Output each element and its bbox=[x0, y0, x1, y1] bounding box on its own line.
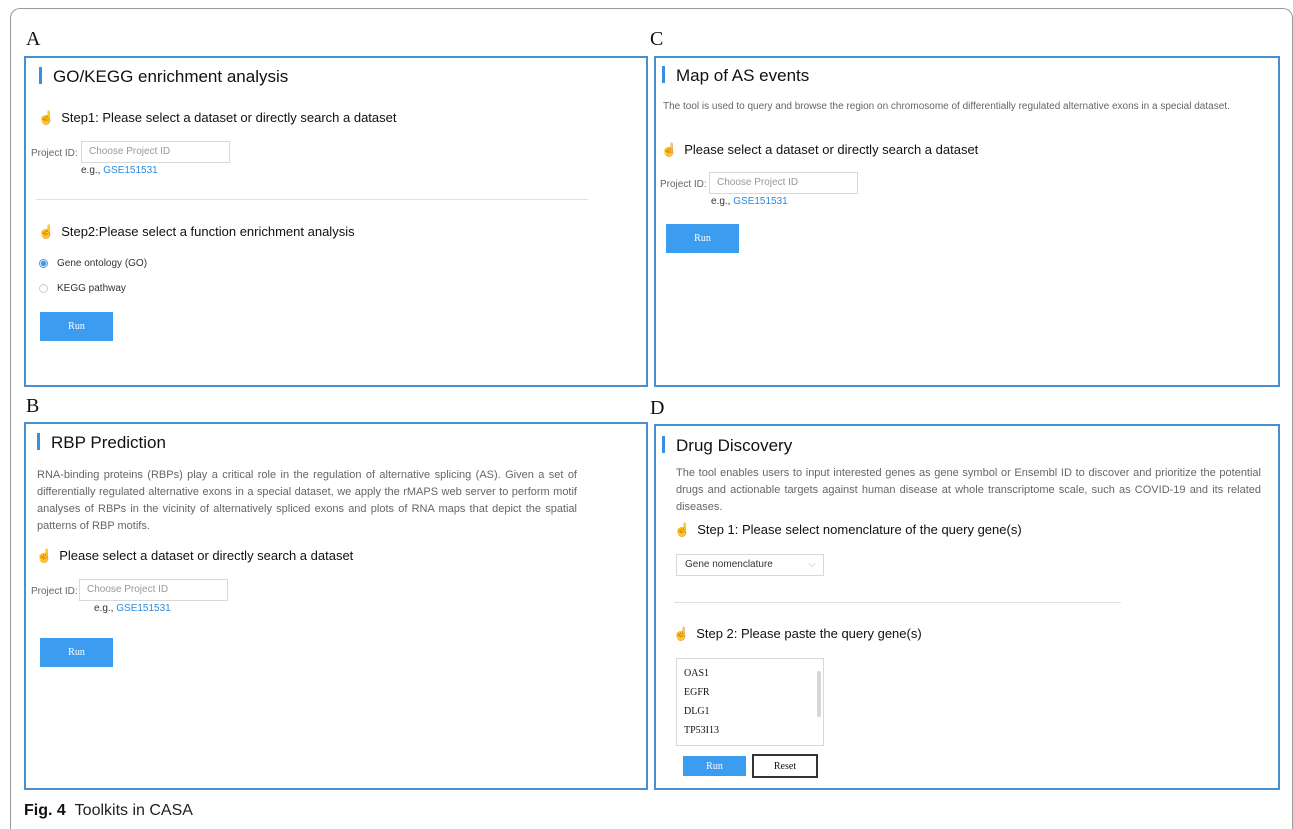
run-button[interactable]: Run bbox=[40, 638, 113, 667]
pointer-hand-icon: ☝ bbox=[38, 110, 55, 125]
step1-text: Step 1: Please select nomenclature of th… bbox=[697, 522, 1022, 537]
step-label: ☝ Please select a dataset or directly sea… bbox=[36, 548, 353, 564]
step1-label: ☝ Step 1: Please select nomenclature of t… bbox=[674, 522, 1022, 538]
radio-gene-ontology[interactable]: Gene ontology (GO) bbox=[39, 258, 147, 269]
step2-text: Step 2: Please paste the query gene(s) bbox=[696, 626, 922, 641]
example-link[interactable]: GSE151531 bbox=[733, 196, 788, 207]
panel-map-as-events: Map of AS events The tool is used to que… bbox=[654, 56, 1280, 387]
title-accent-bar bbox=[39, 67, 42, 84]
gene-line: DLG1 bbox=[684, 706, 710, 717]
panel-rbp-prediction: RBP Prediction RNA-binding proteins (RBP… bbox=[24, 422, 648, 790]
panel-title: Map of AS events bbox=[662, 66, 809, 86]
gene-line: EGFR bbox=[684, 687, 710, 698]
divider bbox=[674, 602, 1121, 603]
project-id-input[interactable]: Choose Project ID bbox=[79, 579, 228, 601]
caption-text: Toolkits in CASA bbox=[74, 802, 193, 819]
panel-description: The tool is used to query and browse the… bbox=[663, 101, 1230, 112]
panel-go-kegg: GO/KEGG enrichment analysis ☝ Step1: Plea… bbox=[24, 56, 648, 387]
panel-letter-a: A bbox=[26, 28, 41, 50]
title-text: RBP Prediction bbox=[51, 433, 166, 452]
step2-label: ☝ Step2:Please select a function enrichme… bbox=[38, 224, 355, 240]
chevron-down-icon: ⌵ bbox=[808, 559, 816, 570]
run-button[interactable]: Run bbox=[683, 756, 746, 776]
reset-button[interactable]: Reset bbox=[752, 754, 818, 778]
panel-letter-b: B bbox=[26, 395, 40, 417]
step-text: Please select a dataset or directly sear… bbox=[59, 548, 354, 563]
panel-letter-d: D bbox=[650, 397, 665, 419]
step-label: ☝ Please select a dataset or directly sea… bbox=[661, 142, 978, 158]
radio-label: Gene ontology (GO) bbox=[57, 258, 148, 269]
example-prefix: e.g., bbox=[711, 196, 731, 207]
caption-label: Fig. 4 bbox=[24, 802, 66, 819]
run-button[interactable]: Run bbox=[666, 224, 739, 253]
step1-label: ☝ Step1: Please select a dataset or direc… bbox=[38, 110, 397, 126]
radio-label: KEGG pathway bbox=[57, 283, 126, 294]
title-accent-bar bbox=[662, 436, 665, 453]
project-id-label: Project ID: bbox=[31, 586, 78, 597]
panel-title: Drug Discovery bbox=[662, 436, 792, 456]
example-link[interactable]: GSE151531 bbox=[103, 165, 158, 176]
pointer-hand-icon: ☝ bbox=[38, 224, 55, 239]
query-genes-textarea[interactable]: OAS1 EGFR DLG1 TP53I13 bbox=[676, 658, 824, 746]
pointer-hand-icon: ☝ bbox=[673, 626, 690, 641]
example-prefix: e.g., bbox=[94, 603, 114, 614]
gene-line: OAS1 bbox=[684, 668, 710, 679]
panel-description: The tool enables users to input interest… bbox=[676, 467, 1261, 513]
title-accent-bar bbox=[37, 433, 40, 450]
panel-title: RBP Prediction bbox=[37, 433, 166, 453]
title-accent-bar bbox=[662, 66, 665, 83]
step2-text: Step2:Please select a function enrichmen… bbox=[61, 224, 355, 239]
panel-letter-c: C bbox=[650, 28, 664, 50]
step1-text: Step1: Please select a dataset or direct… bbox=[61, 110, 397, 125]
radio-selected-icon[interactable] bbox=[39, 259, 48, 268]
project-id-label: Project ID: bbox=[31, 148, 78, 159]
project-id-input[interactable]: Choose Project ID bbox=[81, 141, 230, 163]
pointer-hand-icon: ☝ bbox=[661, 142, 678, 157]
panel-title: GO/KEGG enrichment analysis bbox=[39, 67, 288, 87]
select-value: Gene nomenclature bbox=[685, 559, 773, 570]
example-hint: e.g., GSE151531 bbox=[81, 165, 158, 176]
example-prefix: e.g., bbox=[81, 165, 101, 176]
title-text: Drug Discovery bbox=[676, 436, 793, 455]
project-id-label: Project ID: bbox=[660, 179, 707, 190]
panel-description: RNA-binding proteins (RBPs) play a criti… bbox=[37, 469, 577, 532]
radio-unselected-icon[interactable] bbox=[39, 284, 48, 293]
divider bbox=[36, 199, 588, 200]
textarea-scrollbar[interactable] bbox=[817, 671, 821, 717]
run-button[interactable]: Run bbox=[40, 312, 113, 341]
project-id-input[interactable]: Choose Project ID bbox=[709, 172, 858, 194]
title-text: Map of AS events bbox=[676, 66, 810, 85]
example-hint: e.g., GSE151531 bbox=[711, 196, 788, 207]
step2-label: ☝ Step 2: Please paste the query gene(s) bbox=[673, 626, 922, 642]
pointer-hand-icon: ☝ bbox=[674, 522, 691, 537]
step-text: Please select a dataset or directly sear… bbox=[684, 142, 979, 157]
radio-kegg-pathway[interactable]: KEGG pathway bbox=[39, 283, 126, 294]
figure-caption: Fig. 4 Toolkits in CASA bbox=[24, 802, 193, 820]
title-text: GO/KEGG enrichment analysis bbox=[53, 67, 289, 86]
example-hint: e.g., GSE151531 bbox=[94, 603, 171, 614]
example-link[interactable]: GSE151531 bbox=[116, 603, 171, 614]
pointer-hand-icon: ☝ bbox=[36, 548, 53, 563]
nomenclature-select[interactable]: Gene nomenclature ⌵ bbox=[676, 554, 824, 576]
panel-drug-discovery: Drug Discovery The tool enables users to… bbox=[654, 424, 1280, 790]
gene-line: TP53I13 bbox=[684, 725, 719, 736]
